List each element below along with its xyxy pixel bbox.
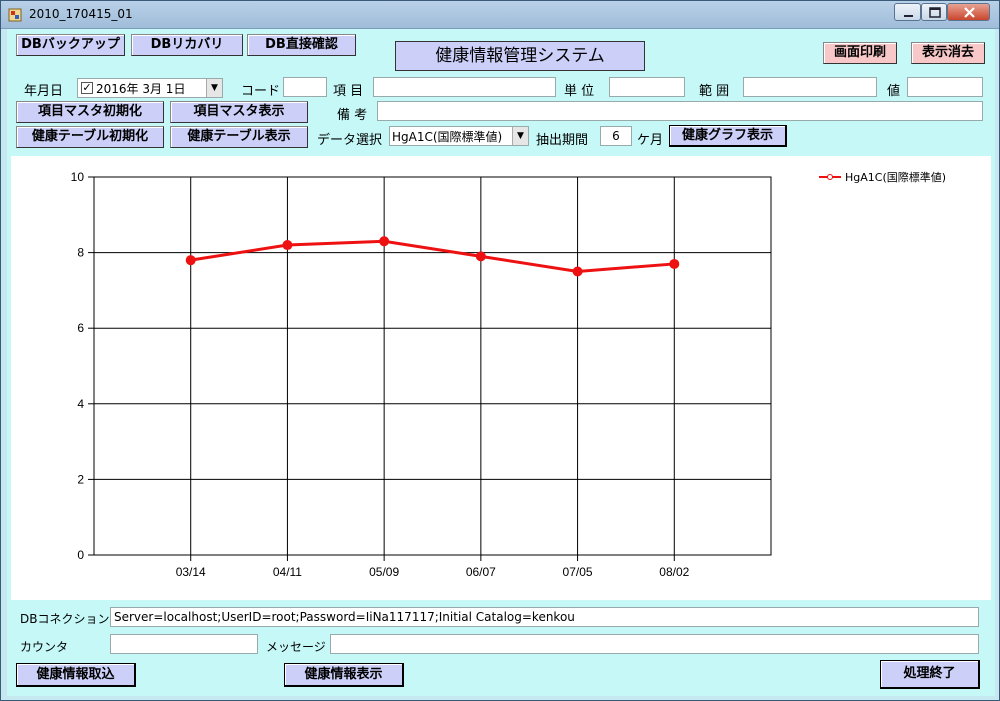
data-point (669, 258, 680, 269)
value-label: 値 (887, 84, 901, 99)
clear-display-button[interactable]: 表示消去 (911, 42, 985, 64)
print-screen-button[interactable]: 画面印刷 (823, 42, 897, 64)
hga1c-chart: 0 2 4 6 8 10 03/14 04/11 05/09 06/07 07/05 08/02 HgA… (71, 170, 946, 579)
plot-area (93, 176, 772, 556)
chart-area: 0 2 4 6 8 10 03/14 04/11 05/09 06/07 07/05 08/02 HgA… (11, 156, 991, 600)
y-tick-label: 8 (77, 246, 84, 260)
legend-label: HgA1C(国際標準値) (845, 170, 946, 184)
y-tick-label: 6 (77, 321, 84, 335)
legend-marker (827, 174, 833, 180)
data-point (572, 266, 583, 277)
x-tick-label: 03/14 (176, 565, 206, 579)
x-tick-label: 04/11 (273, 565, 302, 579)
x-tick-label: 07/05 (563, 565, 593, 579)
y-tick-label: 0 (77, 548, 84, 562)
counter-field[interactable] (110, 634, 258, 654)
message-field[interactable] (330, 634, 979, 654)
maximize-button[interactable] (921, 3, 947, 21)
date-label: 年月日 (24, 84, 64, 99)
data-point (379, 236, 390, 247)
data-point (475, 251, 486, 262)
period-field[interactable]: 6 (600, 126, 632, 146)
db-direct-check-button[interactable]: DB直接確認 (247, 34, 356, 56)
main-panel: DBバックアップ DBリカバリ DB直接確認 健康情報管理システム 画面印刷 表… (7, 29, 995, 696)
app-window: 2010_170415_01 DBバックアップ DBリカバリ DB直接確認 健康… (0, 0, 1000, 701)
y-tick-label: 4 (77, 397, 84, 411)
x-tick-label: 08/02 (659, 565, 689, 579)
db-connection-field[interactable]: Server=localhost;UserID=root;Password=Ii… (110, 607, 979, 627)
y-tick-label: 2 (77, 472, 84, 486)
x-tick-label: 05/09 (369, 565, 399, 579)
item-master-show-button[interactable]: 項目マスタ表示 (170, 101, 308, 123)
remarks-field[interactable] (377, 101, 983, 121)
app-icon (8, 8, 22, 22)
unit-field[interactable] (609, 77, 685, 97)
chevron-down-icon[interactable]: ▼ (206, 79, 222, 97)
quit-button[interactable]: 処理終了 (880, 660, 980, 689)
counter-label: カウンタ (20, 640, 69, 654)
data-point (282, 240, 293, 251)
minimize-icon (904, 15, 913, 17)
close-icon (964, 7, 975, 18)
code-label: コード (241, 84, 281, 99)
db-backup-button[interactable]: DBバックアップ (16, 34, 125, 56)
maximize-icon (929, 7, 941, 18)
message-label: メッセージ (266, 640, 326, 654)
period-label: 抽出期間 (536, 133, 589, 148)
period-unit: ケ月 (637, 133, 664, 148)
date-picker[interactable]: ✓ 2016年 3月 1日 ▼ (77, 78, 223, 98)
item-label: 項 目 (333, 84, 364, 99)
window-title: 2010_170415_01 (29, 7, 133, 21)
health-graph-show-button[interactable]: 健康グラフ表示 (669, 125, 787, 147)
close-button[interactable] (947, 3, 990, 21)
y-tick-label: 10 (71, 170, 85, 184)
data-select-label: データ選択 (317, 133, 383, 148)
range-field[interactable] (743, 77, 877, 97)
title-bar[interactable]: 2010_170415_01 (1, 1, 999, 29)
app-title: 健康情報管理システム (395, 41, 645, 71)
chevron-down-icon[interactable]: ▼ (512, 127, 528, 145)
data-select-value: HgA1C(国際標準値) (392, 130, 503, 144)
date-value: 2016年 3月 1日 (96, 82, 186, 96)
x-tick-label: 06/07 (466, 565, 496, 579)
health-table-init-button[interactable]: 健康テーブル初期化 (16, 126, 164, 148)
item-field[interactable] (373, 77, 556, 97)
db-connection-label: DBコネクション (20, 612, 110, 626)
data-point (185, 255, 196, 266)
health-show-button[interactable]: 健康情報表示 (284, 663, 404, 687)
unit-label: 単 位 (564, 84, 595, 99)
minimize-button[interactable] (894, 3, 921, 21)
date-checkbox[interactable]: ✓ (81, 82, 93, 94)
item-master-init-button[interactable]: 項目マスタ初期化 (16, 101, 164, 123)
remarks-label: 備 考 (337, 108, 368, 123)
value-field[interactable] (907, 77, 983, 97)
data-select-dropdown[interactable]: HgA1C(国際標準値) ▼ (389, 126, 529, 146)
db-recovery-button[interactable]: DBリカバリ (131, 34, 243, 56)
range-label: 範 囲 (699, 84, 730, 99)
health-import-button[interactable]: 健康情報取込 (16, 663, 136, 687)
code-field[interactable] (283, 77, 327, 97)
health-table-show-button[interactable]: 健康テーブル表示 (170, 126, 308, 148)
